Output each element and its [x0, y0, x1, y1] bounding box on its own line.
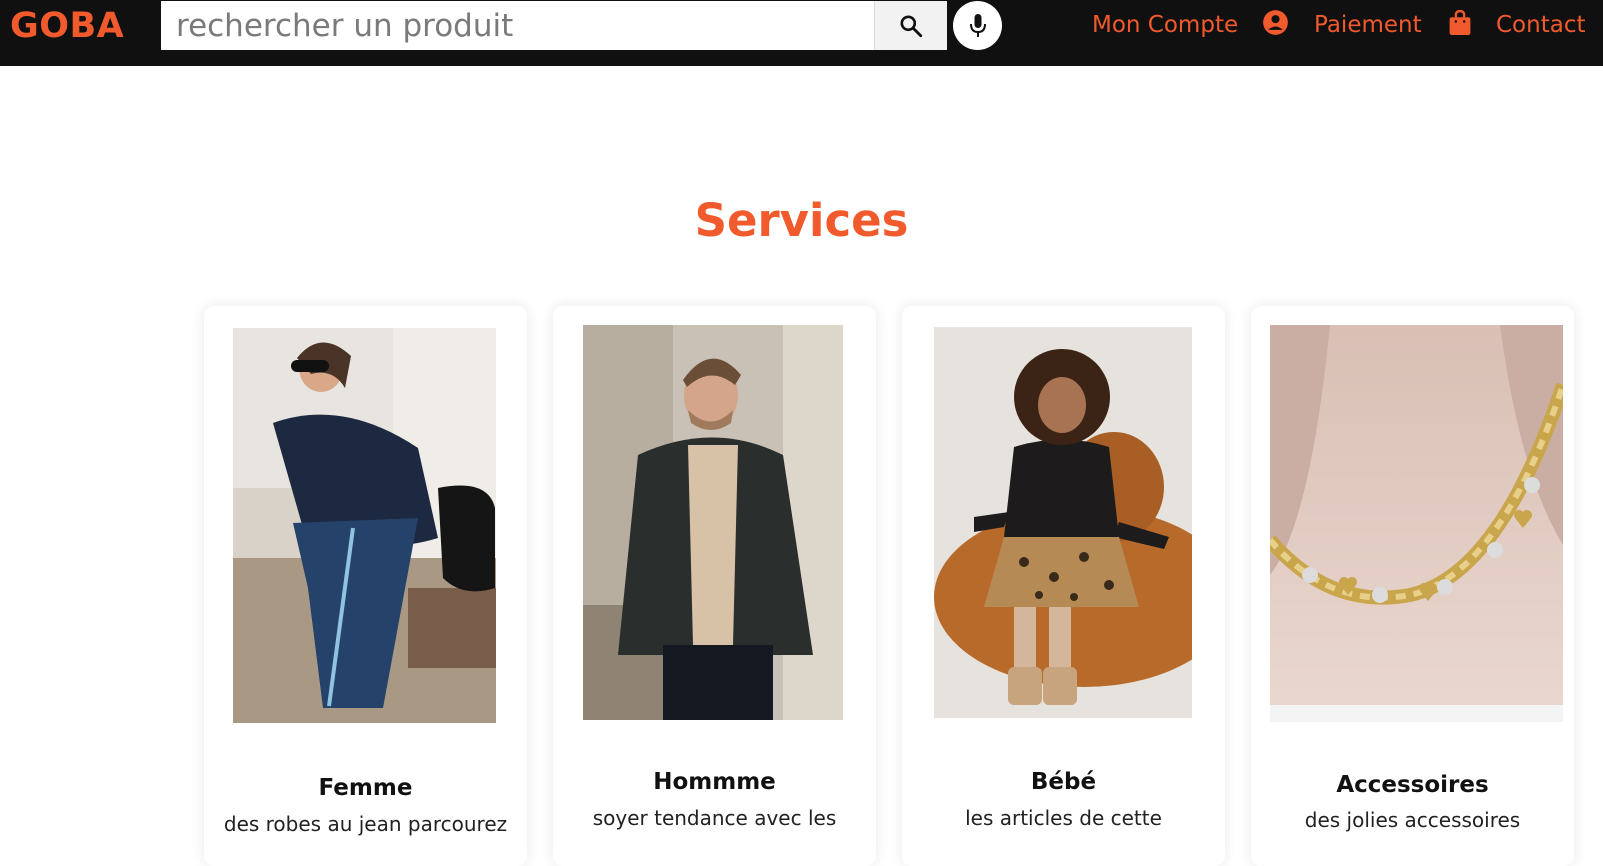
card-description: des robes au jean parcourez [223, 812, 508, 836]
service-card-homme[interactable]: Hommme soyer tendance avec les [553, 306, 876, 866]
search-button[interactable] [874, 1, 947, 50]
card-title: Accessoires [1336, 772, 1489, 798]
card-description: les articles de cette [965, 806, 1162, 830]
woman-in-navy-outfit-photo [233, 328, 496, 723]
card-title: Bébé [1030, 769, 1097, 795]
service-card-bebe[interactable]: Bébé les articles de cette [902, 306, 1225, 866]
services-title: Services [694, 194, 909, 247]
shopping-bag-icon[interactable] [1447, 9, 1473, 41]
child-in-leopard-skirt-photo [934, 327, 1192, 718]
search-icon [900, 14, 923, 37]
search-input[interactable] [161, 1, 874, 50]
brand-logo[interactable]: GOBA [10, 6, 124, 46]
microphone-icon [969, 13, 986, 37]
card-title: Hommme [653, 769, 776, 795]
voice-search-button[interactable] [953, 1, 1002, 50]
card-title: Femme [318, 775, 413, 801]
top-navbar: GOBA Mon Compte Paiement Contact [0, 0, 1603, 66]
gold-necklace-photo [1270, 325, 1563, 722]
nav-link-payment[interactable]: Paiement [1314, 12, 1422, 38]
card-description: des jolies accessoires [1304, 808, 1521, 832]
service-card-accessoires[interactable]: Accessoires des jolies accessoires [1251, 306, 1574, 866]
user-circle-icon[interactable] [1262, 9, 1289, 41]
nav-link-account[interactable]: Mon Compte [1092, 12, 1238, 38]
nav-link-contact[interactable]: Contact [1496, 12, 1585, 38]
service-card-femme[interactable]: Femme des robes au jean parcourez [204, 306, 527, 866]
card-description: soyer tendance avec les [592, 806, 837, 830]
man-in-quilted-jacket-photo [583, 325, 843, 720]
